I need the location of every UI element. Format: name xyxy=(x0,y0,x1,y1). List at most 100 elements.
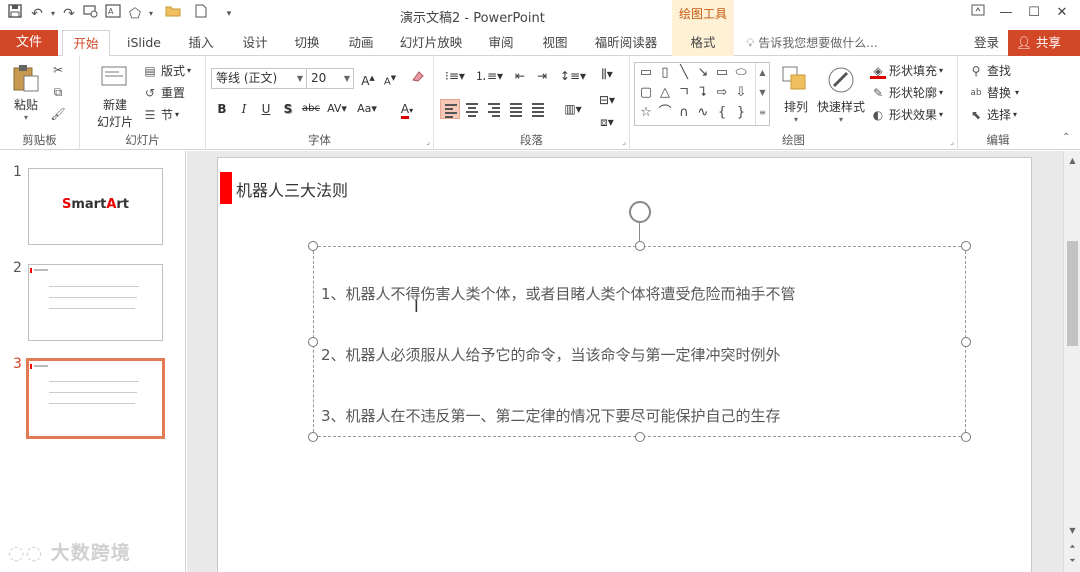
freeform-shape-icon[interactable]: ⌒ xyxy=(656,104,674,122)
tab-design[interactable]: 设计 xyxy=(232,30,278,56)
minimize-icon[interactable]: — xyxy=(992,2,1020,24)
star-shape-icon[interactable]: ☆ xyxy=(637,104,655,122)
copy-icon[interactable]: ⧉ xyxy=(50,84,69,100)
format-painter-icon[interactable]: 🖌︎ xyxy=(50,106,69,122)
new-slide-button[interactable]: 新建 幻灯片 xyxy=(88,62,142,130)
drawing-dialog-launcher-icon[interactable]: ⌟ xyxy=(950,137,954,146)
scrollbar-thumb[interactable] xyxy=(1067,241,1078,346)
replace-button[interactable]: ab 替换 ▾ xyxy=(968,84,1019,101)
right-brace-shape-icon[interactable]: } xyxy=(732,104,750,122)
align-center-icon[interactable] xyxy=(462,99,482,119)
tab-view[interactable]: 视图 xyxy=(532,30,578,56)
left-brace-shape-icon[interactable]: { xyxy=(713,104,731,122)
bullets-icon[interactable]: ⁝≡▾ xyxy=(440,66,470,86)
select-button[interactable]: ⬉ 选择 ▾ xyxy=(968,106,1017,123)
strikethrough-icon[interactable]: abc xyxy=(300,99,322,119)
line-spacing-icon[interactable]: ↕≡▾ xyxy=(558,66,588,86)
paragraph-dialog-launcher-icon[interactable]: ⌟ xyxy=(622,137,626,146)
ribbon-display-options-icon[interactable] xyxy=(964,2,992,24)
text-box-icon[interactable]: A xyxy=(102,4,124,24)
resize-handle-nw[interactable] xyxy=(308,241,318,251)
underline-icon[interactable]: U xyxy=(256,99,276,119)
scroll-down-icon[interactable]: ▼ xyxy=(1064,523,1080,539)
redo-icon[interactable]: ↷ xyxy=(58,4,80,24)
tab-home[interactable]: 开始 xyxy=(62,30,110,57)
justify-icon[interactable] xyxy=(506,99,526,119)
resize-handle-sw[interactable] xyxy=(308,432,318,442)
distributed-icon[interactable] xyxy=(528,99,548,119)
close-icon[interactable]: ✕ xyxy=(1048,2,1076,24)
tab-foxit-reader[interactable]: 福昕阅读器 xyxy=(588,30,664,56)
numbering-icon[interactable]: ⒈≡▾ xyxy=(474,66,504,86)
resize-handle-n[interactable] xyxy=(635,241,645,251)
law-1-text[interactable]: 1、机器人不得伤害人类个体，或者目睹人类个体将遭受危险而袖手不管 xyxy=(321,283,796,304)
maximize-icon[interactable]: ☐ xyxy=(1020,2,1048,24)
bold-icon[interactable]: B xyxy=(212,99,232,119)
arrange-button[interactable]: 排列 ▾ xyxy=(780,64,812,124)
slide-thumbnail-3[interactable] xyxy=(26,358,165,439)
elbow-arrow-shape-icon[interactable]: ⮧ xyxy=(694,84,712,102)
tab-transitions[interactable]: 切换 xyxy=(284,30,330,56)
scroll-up-icon[interactable]: ▲ xyxy=(1064,153,1080,169)
grow-font-icon[interactable]: A▲ xyxy=(358,68,378,88)
resize-handle-se[interactable] xyxy=(961,432,971,442)
increase-indent-icon[interactable]: ⇥ xyxy=(532,66,552,86)
curve-shape-icon[interactable]: ∩ xyxy=(675,104,693,122)
resize-handle-w[interactable] xyxy=(308,337,318,347)
customize-qat-icon[interactable]: ▾ xyxy=(218,4,240,24)
vertical-textbox-shape-icon[interactable]: ▯ xyxy=(656,64,674,82)
find-button[interactable]: ⚲ 查找 xyxy=(968,62,1011,79)
tab-file[interactable]: 文件 xyxy=(0,30,58,56)
font-size-dropdown[interactable]: 20 ▼ xyxy=(306,68,354,89)
cut-icon[interactable]: ✂ xyxy=(50,62,69,78)
font-color-icon[interactable]: A▾ xyxy=(394,99,420,119)
shapes-dropdown-icon[interactable]: ▾ xyxy=(146,4,156,24)
tab-format[interactable]: 格式 xyxy=(672,30,734,56)
shape-effects-button[interactable]: ◐ 形状效果 ▾ xyxy=(870,106,943,123)
shrink-font-icon[interactable]: A▼ xyxy=(380,68,400,88)
shapes-gallery[interactable]: ▭ ▯ ╲ ↘ ▭ ⬭ ▢ △ ㄱ ⮧ ⇨ ⇩ ☆ ⌒ ∩ ∿ { } ▲ ▼ ≡ xyxy=(634,62,770,126)
tab-animations[interactable]: 动画 xyxy=(338,30,384,56)
align-text-icon[interactable]: ⊟▾ xyxy=(592,90,622,110)
open-folder-icon[interactable] xyxy=(162,4,184,24)
next-slide-icon[interactable]: ⏷ xyxy=(1064,553,1080,569)
resize-handle-ne[interactable] xyxy=(961,241,971,251)
columns-icon[interactable]: ▥▾ xyxy=(558,99,588,119)
textbox-shape-icon[interactable]: ▭ xyxy=(637,64,655,82)
gallery-scroll[interactable]: ▲ ▼ ≡ xyxy=(755,63,769,125)
down-arrow-shape-icon[interactable]: ⇩ xyxy=(732,84,750,102)
slide-thumbnail-1[interactable]: SmartArt xyxy=(28,168,163,245)
undo-dropdown-icon[interactable]: ▾ xyxy=(48,4,58,24)
vertical-scrollbar[interactable]: ▲ ▼ ⏶ ⏷ xyxy=(1063,151,1080,572)
change-case-icon[interactable]: Aa▾ xyxy=(354,99,380,119)
shape-outline-button[interactable]: ✎ 形状轮廓 ▾ xyxy=(870,84,943,101)
elbow-connector-shape-icon[interactable]: ㄱ xyxy=(675,84,693,102)
align-right-icon[interactable] xyxy=(484,99,504,119)
rectangle-shape-icon[interactable]: ▭ xyxy=(713,64,731,82)
convert-to-smartart-icon[interactable]: ⧈▾ xyxy=(592,112,622,132)
section-button[interactable]: ☰ 节 ▾ xyxy=(142,106,179,123)
slide-canvas[interactable]: 机器人三大法则 1、机器人不得伤害人类个体，或者目睹人类个体将遭受危险而袖手不管… xyxy=(217,157,1032,572)
tab-review[interactable]: 审阅 xyxy=(478,30,524,56)
save-icon[interactable] xyxy=(4,4,26,24)
law-2-text[interactable]: 2、机器人必须服从人给予它的命令，当该命令与第一定律冲突时例外 xyxy=(321,344,781,365)
character-spacing-icon[interactable]: AV▾ xyxy=(324,99,350,119)
rotate-handle-icon[interactable] xyxy=(629,201,651,223)
from-beginning-icon[interactable] xyxy=(80,4,102,24)
text-shadow-icon[interactable]: S xyxy=(278,99,298,119)
italic-icon[interactable]: I xyxy=(234,99,254,119)
share-button[interactable]: 👤︎ 共享 xyxy=(1008,30,1080,56)
rounded-rect-shape-icon[interactable]: ▢ xyxy=(637,84,655,102)
resize-handle-e[interactable] xyxy=(961,337,971,347)
clear-formatting-icon[interactable] xyxy=(408,68,428,88)
login-link[interactable]: 登录 xyxy=(974,30,999,56)
wave-shape-icon[interactable]: ∿ xyxy=(694,104,712,122)
arrow-line-shape-icon[interactable]: ↘ xyxy=(694,64,712,82)
tab-slideshow[interactable]: 幻灯片放映 xyxy=(394,30,468,56)
align-left-icon[interactable] xyxy=(440,99,460,119)
paste-button[interactable]: 粘贴 ▾ xyxy=(6,62,46,122)
tab-insert[interactable]: 插入 xyxy=(178,30,224,56)
text-direction-icon[interactable]: ⫼▾ xyxy=(592,64,622,84)
layout-button[interactable]: ▤ 版式 ▾ xyxy=(142,62,191,79)
shape-fill-button[interactable]: ◈ 形状填充 ▾ xyxy=(870,62,943,79)
